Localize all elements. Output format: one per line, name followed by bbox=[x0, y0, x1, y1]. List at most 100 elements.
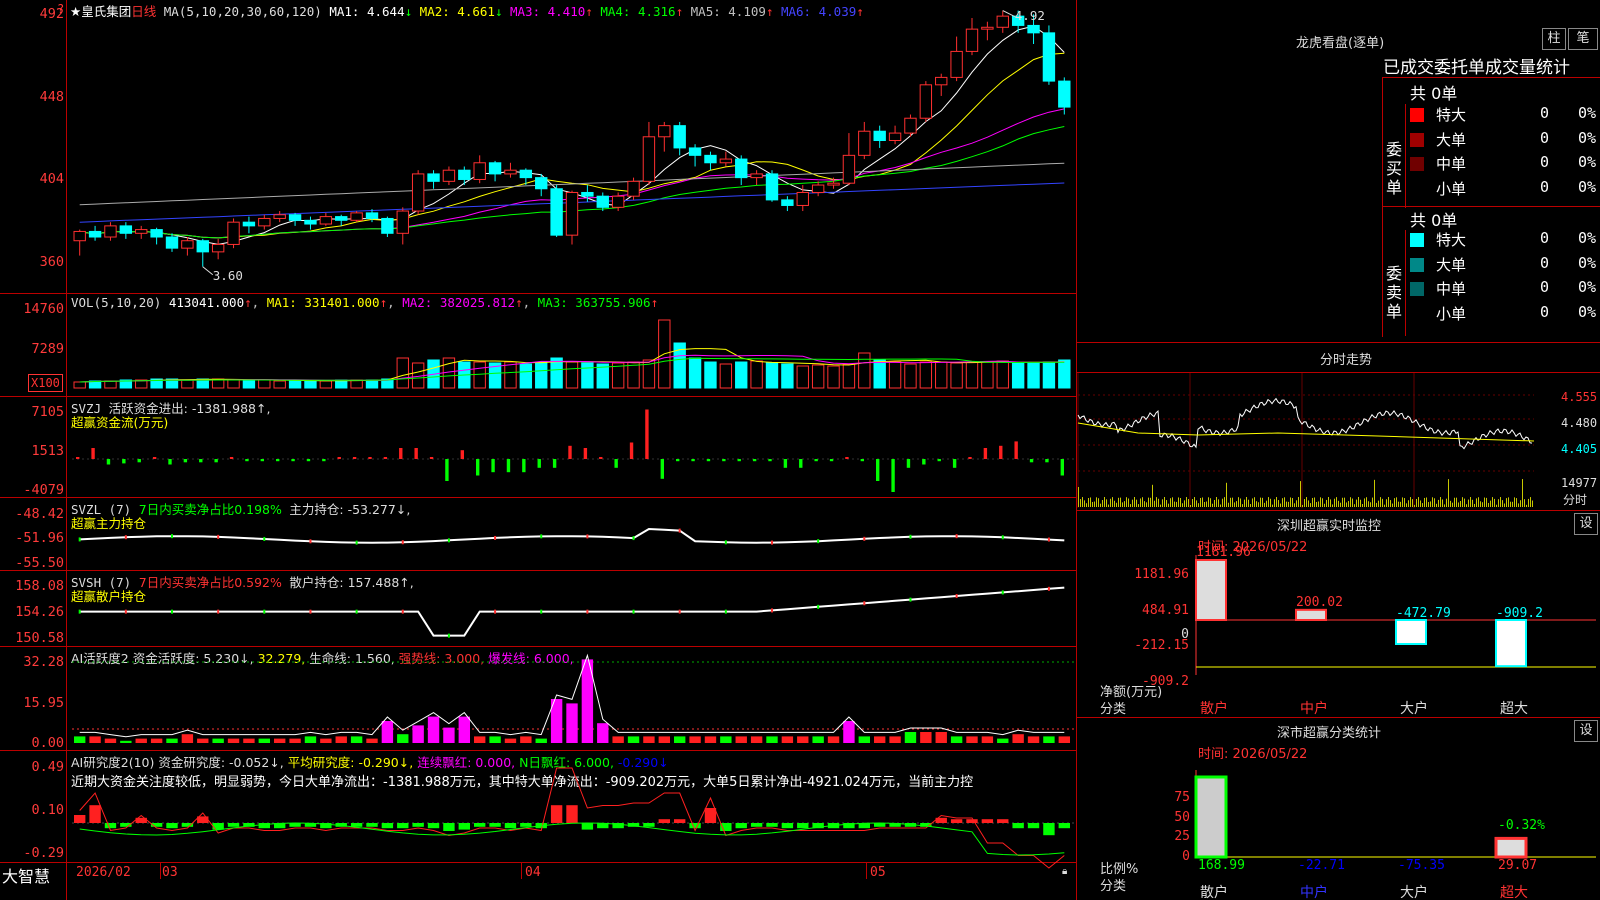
ai2-axis-label: 0.00 bbox=[31, 735, 64, 751]
svzj-axis-label: 1513 bbox=[31, 443, 64, 459]
intraday-volume-bar bbox=[1388, 497, 1389, 507]
research-bar bbox=[966, 819, 978, 823]
research-bar bbox=[381, 823, 394, 829]
volume-bar bbox=[288, 380, 302, 389]
research-bar bbox=[1043, 823, 1055, 836]
intraday-volume-bar bbox=[1446, 498, 1447, 507]
indicator-tick bbox=[863, 536, 866, 541]
intraday-volume-bar bbox=[1204, 501, 1205, 507]
research-bar bbox=[412, 823, 424, 827]
activity-bar bbox=[858, 736, 870, 743]
intraday-volume-bar bbox=[1522, 479, 1523, 507]
sz-monitor-chart bbox=[1195, 555, 1596, 675]
intraday-volume-bar bbox=[1298, 497, 1299, 507]
intraday-volume-bar bbox=[1274, 499, 1275, 507]
intraday-volume-bar bbox=[1232, 497, 1233, 507]
activity-bar bbox=[274, 738, 286, 743]
candle-body bbox=[504, 169, 517, 175]
lock-icon[interactable]: 🔒︎ bbox=[1062, 866, 1067, 877]
order-count: 0 bbox=[1540, 229, 1550, 247]
flow-bar bbox=[137, 459, 141, 463]
activity-bar bbox=[289, 738, 301, 743]
candle-body bbox=[935, 76, 948, 86]
flow-bar bbox=[752, 459, 757, 462]
monitor-category-label: 散户 bbox=[1200, 701, 1228, 717]
intraday-volume-bar bbox=[1380, 497, 1381, 507]
intraday-volume-bar bbox=[1150, 497, 1151, 507]
indicator-tick bbox=[171, 534, 173, 539]
indicator-tick bbox=[724, 609, 727, 614]
flow-bar bbox=[322, 459, 326, 462]
intraday-volume-bar bbox=[1450, 500, 1451, 507]
intraday-volume-bar bbox=[1166, 500, 1167, 507]
research-bar bbox=[458, 823, 470, 830]
sz-monitor-xlabel: 分类 bbox=[1100, 702, 1127, 717]
intraday-volume-bar bbox=[1296, 500, 1297, 507]
flow-bar bbox=[768, 459, 772, 462]
intraday-volume-bar bbox=[1316, 502, 1317, 507]
candle-body bbox=[811, 184, 825, 193]
activity-bar bbox=[674, 736, 686, 743]
order-size-label: 大单 bbox=[1436, 255, 1467, 274]
activity-bar bbox=[627, 736, 640, 743]
candlestick-chart[interactable] bbox=[66, 0, 1076, 293]
date-label: 04 bbox=[525, 865, 541, 880]
intraday-volume-bar bbox=[1254, 497, 1255, 507]
indicator-tick bbox=[401, 609, 404, 614]
intraday-volume-bar bbox=[1494, 498, 1495, 507]
activity-bar bbox=[781, 736, 794, 743]
intraday-volume-bar bbox=[1370, 502, 1371, 507]
sell-side-label: 委卖单 bbox=[1385, 264, 1402, 321]
research-bar bbox=[781, 823, 794, 829]
sz-class-settings-button[interactable]: 设 bbox=[1574, 720, 1598, 742]
buy-side-label: 委买单 bbox=[1385, 140, 1402, 197]
vol-unit-badge[interactable]: X100 bbox=[28, 374, 63, 392]
tab-orders[interactable]: 委托单 bbox=[1434, 58, 1485, 78]
help-icon[interactable]: ? bbox=[57, 2, 64, 16]
candle-body bbox=[181, 240, 194, 249]
sz-monitor-settings-button[interactable]: 设 bbox=[1574, 513, 1598, 535]
activity-bar bbox=[812, 736, 824, 743]
intraday-volume-bar bbox=[1264, 502, 1265, 507]
indicator-tick bbox=[1047, 537, 1050, 542]
intraday-volume-bar bbox=[1420, 500, 1421, 507]
intraday-chart[interactable] bbox=[1077, 373, 1535, 508]
indicator-line bbox=[79, 586, 1065, 637]
tab-volume-stats[interactable]: 成交量统计 bbox=[1485, 58, 1570, 78]
candle-body bbox=[873, 130, 886, 141]
intraday-volume-bar bbox=[1526, 504, 1527, 507]
order-count: 0 bbox=[1540, 104, 1550, 122]
tick-view-button[interactable]: 笔 bbox=[1568, 28, 1598, 50]
order-size-label: 大单 bbox=[1436, 130, 1467, 149]
activity-bar bbox=[658, 736, 670, 743]
intraday-volume-bar bbox=[1088, 497, 1089, 507]
flow-bar bbox=[1060, 459, 1064, 476]
price-axis-label: 492 bbox=[39, 6, 64, 22]
bar-view-button[interactable]: 柱 bbox=[1542, 28, 1566, 50]
indicator-tick bbox=[771, 540, 773, 545]
research-bar bbox=[489, 823, 501, 827]
flow-bar bbox=[76, 457, 80, 459]
activity-bar bbox=[966, 736, 978, 743]
volume-bar bbox=[735, 361, 748, 389]
intraday-volume-bar bbox=[1230, 497, 1231, 507]
intraday-volume-bar bbox=[1412, 499, 1413, 507]
dragon-tabs[interactable]: 已成交委托单成交量统计 bbox=[1383, 53, 1600, 78]
activity-bar bbox=[135, 738, 147, 743]
svzl-axis-label: -48.42 bbox=[15, 506, 64, 522]
volume-bar bbox=[981, 361, 994, 389]
research-bar bbox=[1012, 823, 1024, 829]
flow-bar bbox=[799, 459, 803, 468]
volume-bar bbox=[765, 362, 779, 389]
intraday-volume-bar bbox=[1094, 501, 1095, 507]
intraday-volume-bar bbox=[1478, 497, 1479, 507]
volume-bar bbox=[1042, 361, 1056, 389]
research-bar bbox=[658, 819, 670, 823]
svzj-axis-label: 7105 bbox=[31, 404, 64, 420]
volume-bar bbox=[73, 381, 86, 389]
indicator-tick bbox=[632, 609, 635, 614]
intraday-volume-bar bbox=[1186, 497, 1187, 507]
tab-traded[interactable]: 已成交 bbox=[1383, 58, 1434, 78]
flow-bar bbox=[383, 457, 388, 459]
date-label: 05 bbox=[870, 865, 886, 880]
